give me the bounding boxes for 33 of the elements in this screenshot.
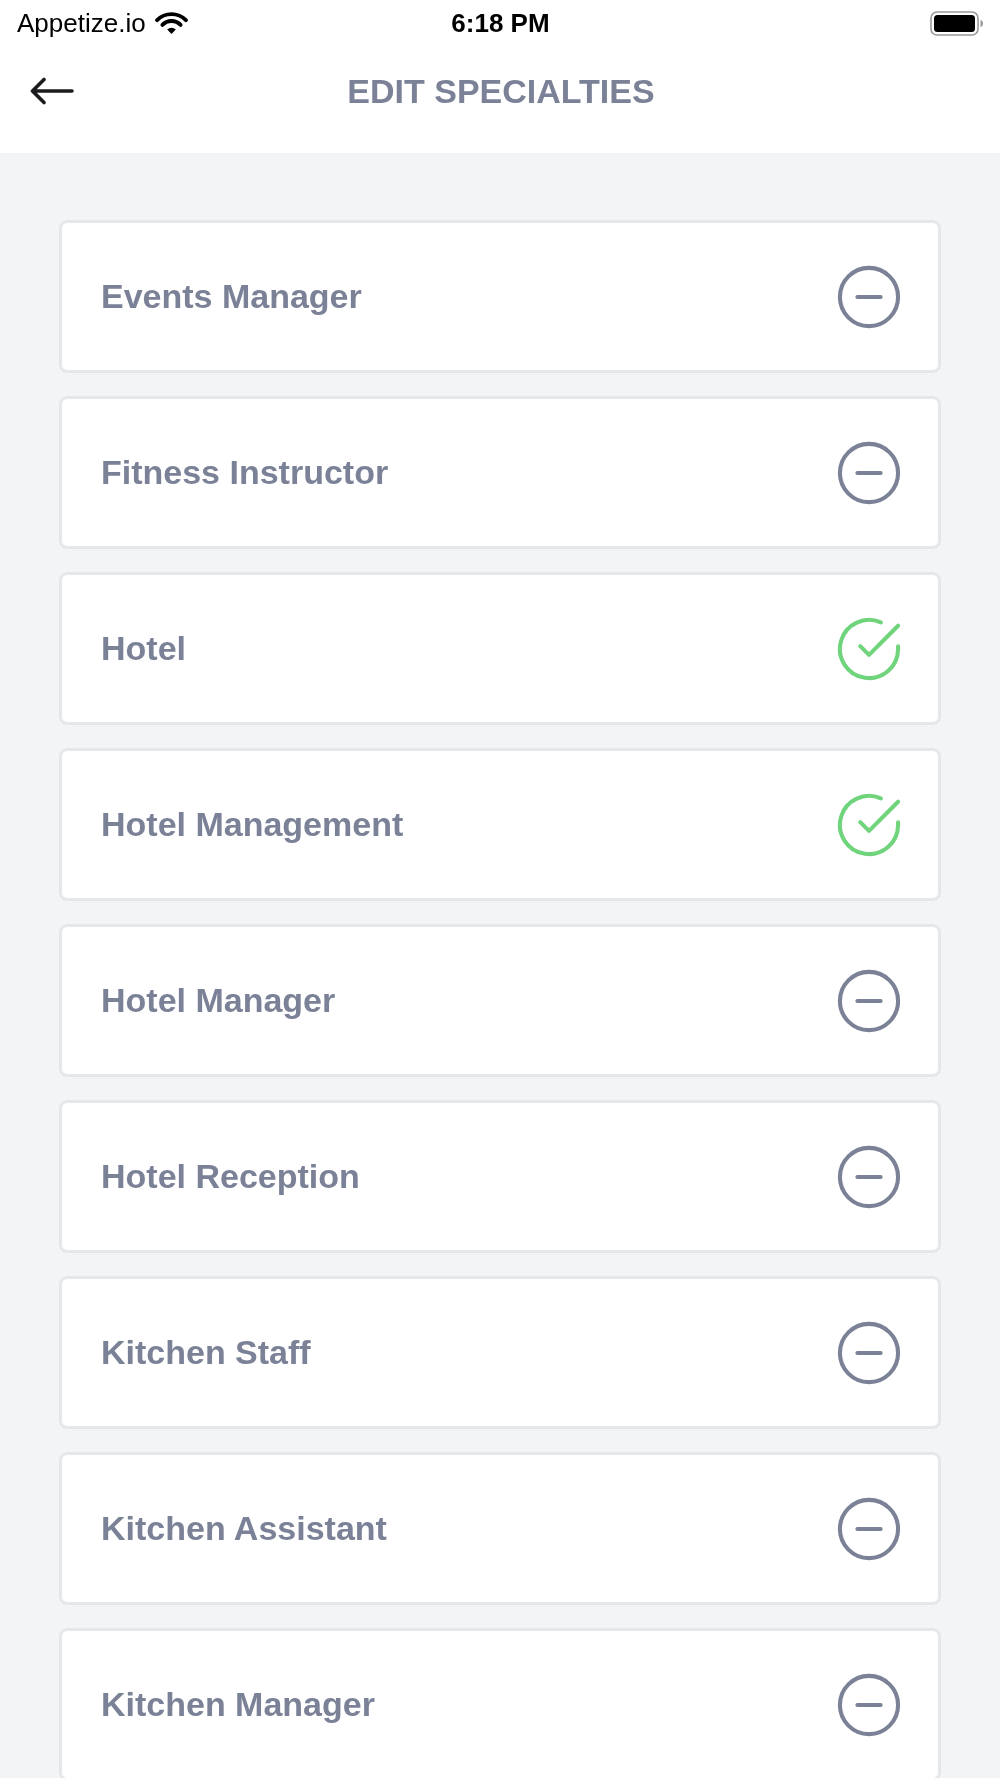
specialty-card[interactable]: Hotel Management (59, 748, 941, 901)
specialty-name: Hotel Management (101, 805, 404, 844)
specialty-card[interactable]: Kitchen Manager (59, 1628, 941, 1778)
specialty-name: Fitness Instructor (101, 453, 389, 492)
minus-circle-icon[interactable] (837, 1496, 901, 1561)
specialty-card[interactable]: Hotel Reception (59, 1100, 941, 1253)
specialty-card[interactable]: Hotel Manager (59, 924, 941, 1077)
wifi-icon (154, 11, 188, 35)
minus-circle-icon[interactable] (837, 264, 901, 329)
specialty-card[interactable]: Kitchen Staff (59, 1276, 941, 1429)
battery-icon (930, 10, 984, 36)
specialty-name: Events Manager (101, 277, 362, 316)
specialty-card[interactable]: Kitchen Assistant (59, 1452, 941, 1605)
carrier-label: Appetize.io (17, 7, 146, 39)
specialty-name: Hotel (101, 629, 186, 668)
minus-circle-icon[interactable] (837, 1672, 901, 1737)
specialty-name: Kitchen Assistant (101, 1509, 387, 1548)
specialty-name: Hotel Reception (101, 1157, 360, 1196)
status-time: 6:18 PM (451, 7, 550, 39)
specialty-card[interactable]: Hotel (59, 572, 941, 725)
minus-circle-icon[interactable] (837, 440, 901, 505)
check-circle-icon[interactable] (837, 616, 901, 681)
specialty-name: Kitchen Staff (101, 1333, 311, 1372)
arrow-left-icon (30, 77, 74, 105)
check-circle-icon[interactable] (837, 792, 901, 857)
specialty-card[interactable]: Fitness Instructor (59, 396, 941, 549)
specialty-name: Hotel Manager (101, 981, 336, 1020)
specialty-card[interactable]: Events Manager (59, 220, 941, 373)
minus-circle-icon[interactable] (837, 1320, 901, 1385)
page-title: EDIT SPECIALTIES (347, 71, 655, 111)
specialty-name: Kitchen Manager (101, 1685, 375, 1724)
minus-circle-icon[interactable] (837, 1144, 901, 1209)
minus-circle-icon[interactable] (837, 968, 901, 1033)
